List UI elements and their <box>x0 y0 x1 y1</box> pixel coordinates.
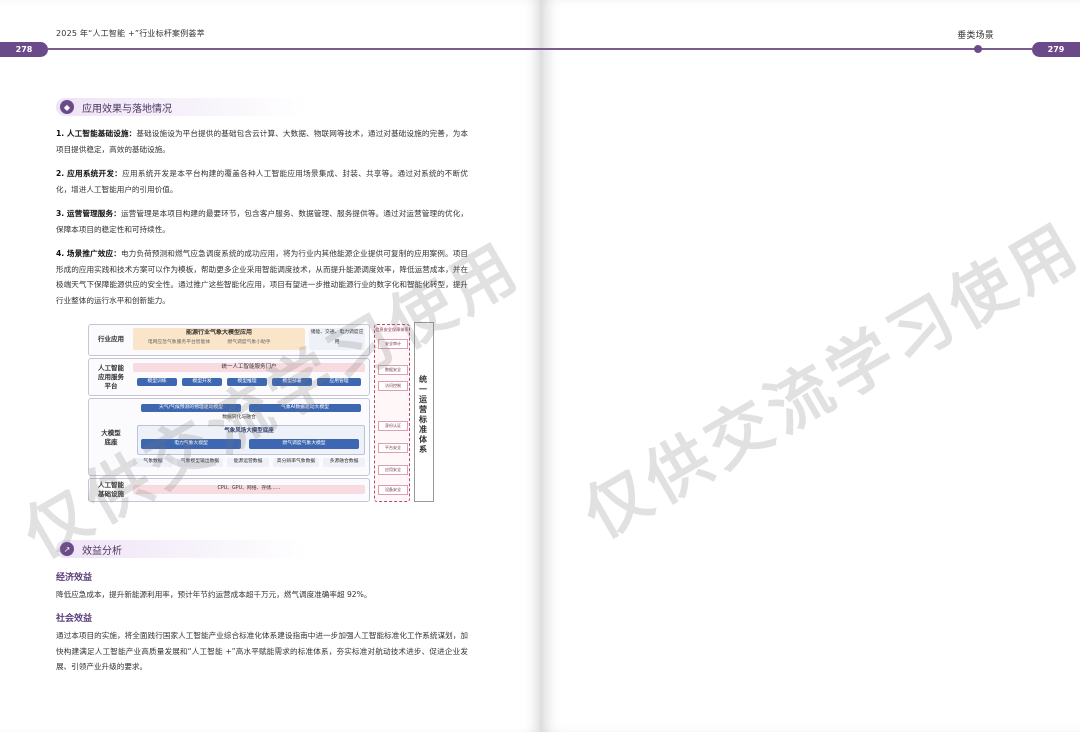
left-page: 2025 年“人工智能 +”行业标杆案例荟萃 278 ◆ 应用效果与落地情况 1… <box>0 0 540 732</box>
diagram-box-label: 电网应急气象服务平台智能体 <box>147 340 211 345</box>
diagram-box-label: 燃气调度气象小助手 <box>227 340 271 345</box>
diagram-box: 燃气调度气象大模型 <box>249 439 359 449</box>
diagram-box-label: 数据同化与融合 <box>222 415 256 420</box>
diagram-box: 气象模型输出数据 <box>177 458 223 467</box>
standard-column: 统一运营标准体系 <box>414 322 434 502</box>
section-header-effects: ◆ 应用效果与落地情况 <box>56 98 306 116</box>
architecture-diagram: 行业应用 能源行业气象大模型应用 电网应急气象服务平台智能体 燃气调度气象小助手… <box>88 322 434 502</box>
layer-label: 人工智能 应用服务 平台 <box>98 364 124 390</box>
diagram-box: 天气/气候预测的物理驱动模型 <box>141 404 241 412</box>
header-rule <box>48 48 540 50</box>
security-box: 平台安全 <box>378 443 408 453</box>
layer-label: 大模型 底座 <box>101 429 121 446</box>
page-number: 278 <box>0 42 48 57</box>
layer-ai-platform: 人工智能 应用服务 平台 统一人工智能服务门户 模型训练 模型开发 模型推理 模… <box>88 358 370 396</box>
security-box: 访问控制 <box>378 381 408 391</box>
social-text: 通过本项目的实施，将全面践行国家人工智能产业综合标准化体系建设指南中进一步加强人… <box>56 631 468 671</box>
chart-icon: ↗ <box>60 542 74 556</box>
header-dot <box>974 45 982 53</box>
layer-infrastructure: 人工智能 基础设施 CPU、GPU、网络、存储…… <box>88 478 370 502</box>
diagram-box: 高分辨率气象数据 <box>273 458 319 467</box>
item-label: 4. 场景推广效应： <box>56 249 121 258</box>
layer-label: 人工智能 基础设施 <box>98 481 124 498</box>
diagram-box: 模型训练 <box>137 378 177 386</box>
security-title: 信息安全保障体系 <box>375 327 409 332</box>
economic-text: 降低应急成本，提升新能源利用率，预计年节约运营成本超千万元，燃气调度准确率超 9… <box>56 590 372 599</box>
item-label: 3. 运营管理服务： <box>56 209 121 218</box>
section-header-benefits: ↗ 效益分析 <box>56 540 306 558</box>
layer-label: 行业应用 <box>98 335 124 343</box>
security-column: 信息安全保障体系 安全审计 数据安全 访问控制 身份认证 平台安全 应用安全 设… <box>374 324 410 502</box>
diagram-box: 应用管理 <box>317 378 361 386</box>
diagram-box: 气象数据 <box>133 458 173 467</box>
diagram-box: CPU、GPU、网络、存储…… <box>133 485 365 494</box>
watermark: 仅供交流学习使用 <box>572 209 1080 554</box>
layer-model-base: 大模型 底座 天气/气候预测的物理驱动模型 气象AI数据驱动大模型 数据同化与融… <box>88 398 370 476</box>
diagram-box: 多源融合数据 <box>323 458 365 467</box>
diagram-box: 模型推理 <box>227 378 267 386</box>
paragraph-item-4: 4. 场景推广效应：电力负荷预测和燃气应急调度系统的成功应用，将为行业内其他能源… <box>56 246 468 308</box>
security-box: 安全审计 <box>378 339 408 349</box>
paragraph-item-2: 2. 应用系统开发：应用系统开发是本平台构建的覆盖各种人工智能应用场景集成、封装… <box>56 166 468 197</box>
cube-icon: ◆ <box>60 100 74 114</box>
item-label: 2. 应用系统开发： <box>56 169 123 178</box>
item-label: 1. 人工智能基础设施： <box>56 129 137 138</box>
paragraph-item-3: 3. 运营管理服务：运营管理是本项目构建的最要环节，包含客户服务、数据管理、服务… <box>56 206 468 237</box>
diagram-box: 统一人工智能服务门户 <box>133 363 365 372</box>
section-title: 应用效果与落地情况 <box>82 103 172 115</box>
paragraph-item-1: 1. 人工智能基础设施：基础设施设为平台提供的基础包含云计算、大数据、物联网等技… <box>56 126 468 157</box>
standard-label: 统一运营标准体系 <box>419 375 427 454</box>
diagram-box: 模型部署 <box>272 378 312 386</box>
security-box: 数据安全 <box>378 365 408 375</box>
social-title: 社会效益 <box>56 614 93 624</box>
layer-industry-app: 行业应用 能源行业气象大模型应用 电网应急气象服务平台智能体 燃气调度气象小助手… <box>88 324 370 356</box>
security-box: 身份认证 <box>378 421 408 431</box>
header-title: 垂类场景 <box>957 31 994 41</box>
header-rule <box>540 48 1032 50</box>
security-box: 应用安全 <box>378 465 408 475</box>
diagram-box: 气象AI数据驱动大模型 <box>249 404 361 412</box>
section-title: 效益分析 <box>82 545 122 557</box>
economic-title: 经济效益 <box>56 573 93 583</box>
diagram-box: 电力气象大模型 <box>141 439 241 449</box>
diagram-box: 能源运营数据 <box>227 458 269 467</box>
diagram-box: 模型开发 <box>182 378 222 386</box>
diagram-box: 储能、交通、电力调度应用 <box>309 328 365 350</box>
security-box: 设备安全 <box>378 485 408 495</box>
diagram-box-label: 能源行业气象大模型应用 <box>185 329 252 336</box>
page-number: 279 <box>1032 42 1080 57</box>
header-title: 2025 年“人工智能 +”行业标杆案例荟萃 <box>56 29 205 38</box>
right-page: 垂类场景 279 仅供交流学习使用 <box>540 0 1080 732</box>
diagram-box-label: 气象风场大模型底座 <box>224 428 274 434</box>
